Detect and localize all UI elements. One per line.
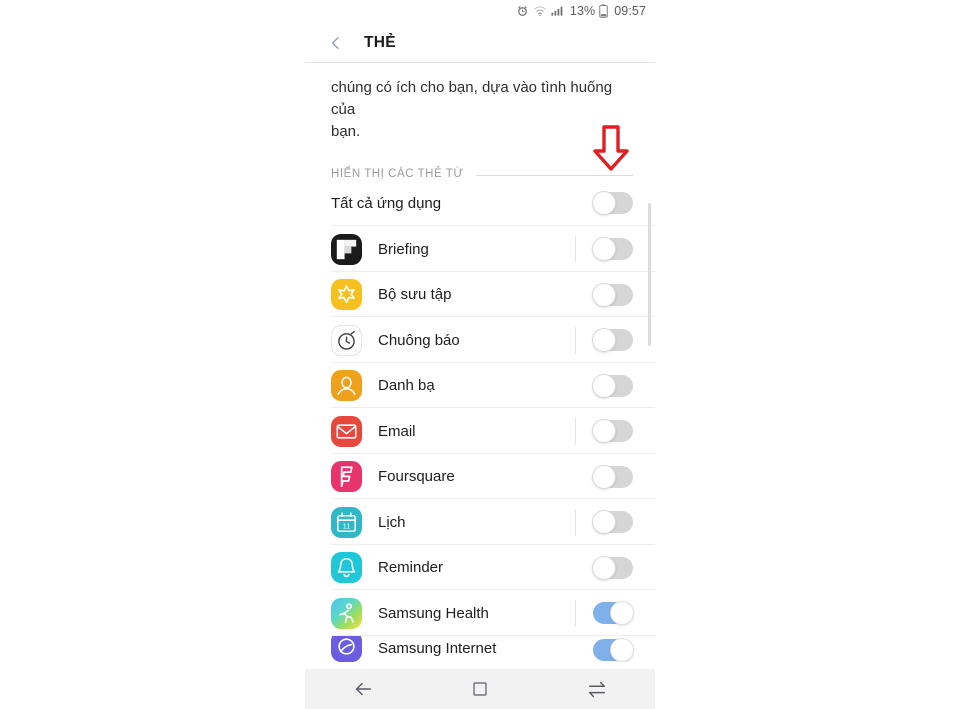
toggle-switch[interactable] (592, 373, 633, 398)
row-all-apps[interactable]: Tất cả ứng dụng (305, 180, 655, 227)
section-header-label: HIỂN THỊ CÁC THẺ TỪ (331, 168, 464, 181)
toggle-knob (610, 601, 634, 625)
list-item-label: Briefing (378, 240, 429, 258)
toggle-switch[interactable] (592, 282, 633, 307)
samsung-health-runner-icon (331, 597, 362, 629)
list-item[interactable]: 11 Lịch (305, 499, 655, 545)
nav-home-icon[interactable] (458, 674, 502, 704)
list-item[interactable]: Bộ sưu tập (305, 271, 655, 318)
vertical-separator (575, 326, 576, 354)
reminder-bell-icon (331, 552, 362, 583)
section-header: HIỂN THỊ CÁC THẺ TỪ (305, 142, 655, 180)
samsung-internet-icon (331, 635, 362, 662)
toggle-knob (592, 510, 616, 534)
toggle-switch[interactable] (593, 637, 634, 662)
toggle-switch[interactable] (593, 601, 634, 625)
email-envelope-icon (331, 415, 362, 447)
toggle-knob (592, 237, 616, 261)
wifi-icon (533, 5, 547, 17)
alarm-clock-app-icon (331, 324, 362, 356)
list-item[interactable]: Email (305, 408, 655, 454)
toggle-knob (592, 419, 616, 443)
toggle-switch[interactable] (592, 464, 633, 489)
calendar-icon: 11 (331, 506, 362, 538)
list-item-label: Samsung Health (378, 604, 489, 622)
vertical-separator (575, 235, 576, 263)
back-chevron-icon[interactable] (327, 34, 345, 52)
toggle-knob (592, 373, 616, 398)
vertical-separator (575, 508, 576, 536)
toggle-knob (610, 637, 634, 662)
vertical-separator (575, 599, 576, 627)
list-item-label: Bộ sưu tập (378, 286, 452, 303)
scrollbar-thumb[interactable] (648, 203, 651, 346)
section-header-rule (475, 174, 633, 176)
intro-line-2: bạn. (331, 122, 361, 140)
toggle-switch[interactable] (592, 328, 633, 352)
intro-line-1: chúng có ích cho bạn, dựa vào tình huống… (331, 79, 613, 118)
toggle-switch[interactable] (592, 237, 633, 261)
status-bar: 13% 09:57 (305, 0, 655, 22)
page-title: THẺ (364, 33, 396, 51)
list-item-label: Email (378, 422, 416, 440)
row-all-apps-label: Tất cả ứng dụng (331, 194, 442, 212)
contacts-person-icon (331, 370, 362, 401)
toggle-all-apps[interactable] (592, 191, 633, 216)
list-item-label: Chuông báo (378, 331, 460, 349)
alarm-clock-icon (516, 5, 529, 18)
list-item-label: Foursquare (378, 468, 455, 485)
cellular-signal-icon (551, 5, 565, 17)
list-item[interactable]: Samsung Internet (305, 635, 655, 662)
toggle-switch[interactable] (592, 555, 633, 580)
list-item[interactable]: Samsung Health (305, 590, 655, 636)
list-item[interactable]: Chuông báo (305, 317, 655, 363)
app-list: Briefing Bộ sưu tập Chuông báo Danh bạ Email… (305, 226, 655, 662)
list-item-label: Reminder (378, 559, 444, 576)
foursquare-icon (331, 461, 362, 492)
list-item[interactable]: Foursquare (305, 453, 655, 500)
list-item-label: Danh bạ (378, 377, 435, 394)
title-bar: THẺ (305, 22, 655, 63)
vertical-separator (575, 417, 576, 445)
phone-screenshot: 13% 09:57 THẺ chúng có ích cho bạn, dựa … (305, 0, 655, 709)
list-item-label: Lịch (378, 513, 406, 531)
toggle-switch[interactable] (592, 510, 633, 534)
battery-percent-label: 13% (569, 3, 596, 18)
toggle-knob (592, 555, 616, 580)
gallery-flower-icon (331, 279, 362, 310)
toggle-knob (592, 282, 616, 307)
list-item[interactable]: Briefing (305, 226, 655, 272)
list-item[interactable]: Danh bạ (305, 362, 655, 409)
page-canvas: 13% 09:57 THẺ chúng có ích cho bạn, dựa … (0, 0, 960, 709)
svg-text:11: 11 (343, 521, 351, 530)
flipboard-briefing-icon (331, 233, 362, 265)
toggle-switch[interactable] (592, 419, 633, 443)
status-bar-time: 09:57 (614, 3, 646, 18)
toggle-knob (592, 464, 616, 489)
toggle-knob (592, 328, 616, 352)
navigation-bar (305, 669, 655, 709)
intro-description: chúng có ích cho bạn, dựa vào tình huống… (305, 63, 655, 142)
nav-recents-icon[interactable] (575, 674, 619, 704)
list-item-label: Samsung Internet (378, 639, 497, 657)
nav-back-icon[interactable] (341, 674, 385, 704)
battery-icon (599, 4, 608, 18)
list-item[interactable]: Reminder (305, 544, 655, 591)
settings-scroll-area[interactable]: chúng có ích cho bạn, dựa vào tình huống… (305, 63, 655, 669)
toggle-knob (592, 191, 616, 216)
